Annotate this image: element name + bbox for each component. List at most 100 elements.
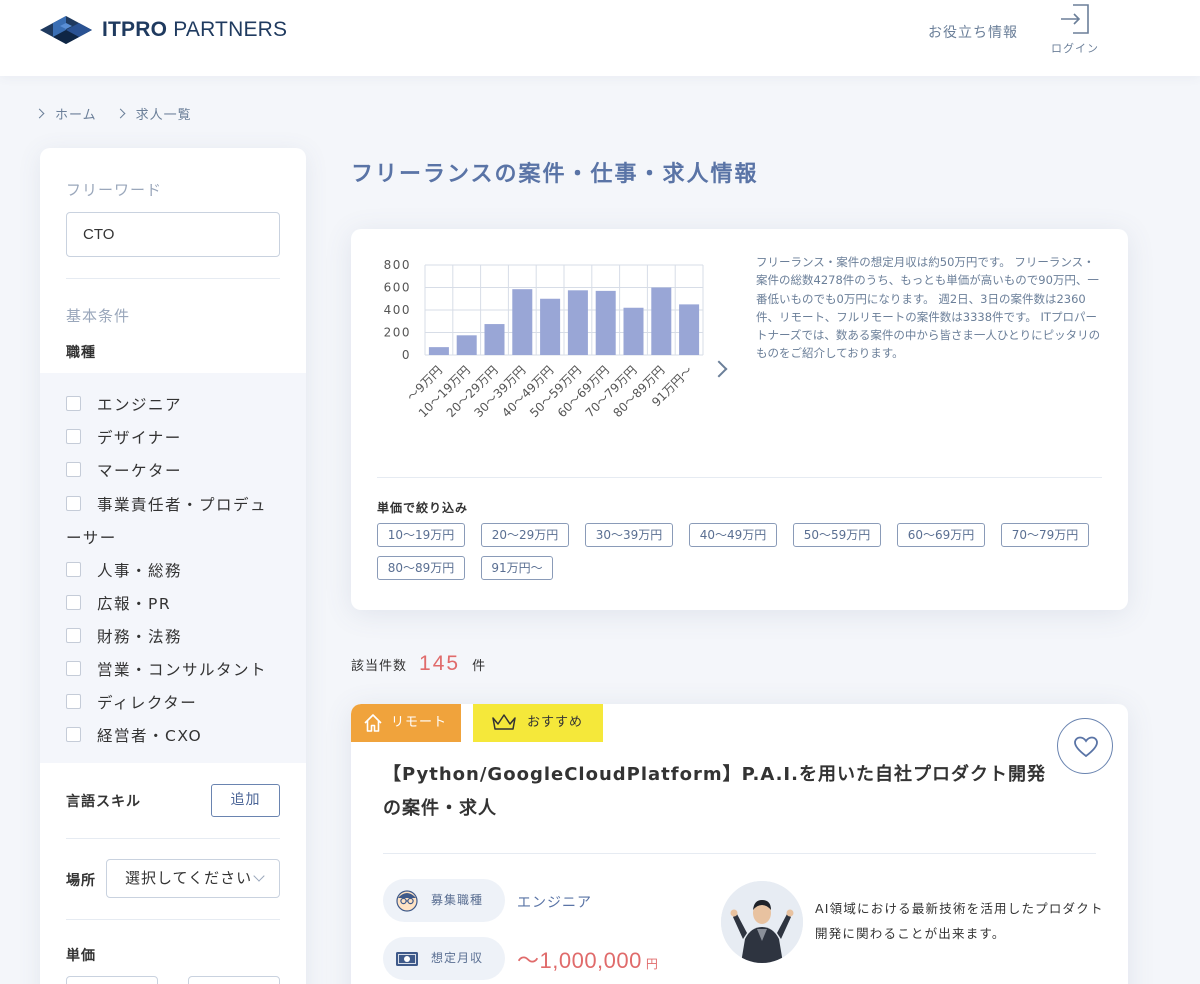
- price-filter-title: 単価で絞り込み: [377, 501, 469, 515]
- location-select[interactable]: 選択してください: [106, 859, 280, 898]
- divider: [377, 477, 1102, 478]
- checkbox[interactable]: [66, 628, 81, 643]
- job-type-option-wrap: ーサー: [66, 529, 117, 547]
- divider: [383, 853, 1096, 854]
- chart-y-tick-label: 0: [402, 348, 411, 362]
- checkbox[interactable]: [66, 562, 81, 577]
- result-count-label: 該当件数: [351, 659, 408, 674]
- search-sidebar: フリーワード CTO 基本条件 職種 エンジニア デザイナー マーケター 事業責…: [40, 148, 306, 984]
- login-button[interactable]: ログイン: [1046, 2, 1104, 56]
- checkbox[interactable]: [66, 429, 81, 444]
- price-filter-tag[interactable]: 50〜59万円: [793, 523, 881, 547]
- price-filter-tag[interactable]: 70〜79万円: [1001, 523, 1089, 547]
- price-filter-tag[interactable]: 10〜19万円: [377, 523, 465, 547]
- job-type-value: エンジニア: [517, 895, 592, 911]
- job-type-option[interactable]: デザイナー: [66, 426, 182, 448]
- chart-bar: [456, 335, 477, 355]
- price-max-select[interactable]: [188, 976, 280, 984]
- price-filter-tag[interactable]: 60〜69万円: [897, 523, 985, 547]
- chevron-right-icon: [115, 108, 126, 119]
- chart-y-tick-label: 600: [384, 281, 411, 295]
- chevron-right-icon: [34, 108, 45, 119]
- divider: [66, 278, 280, 279]
- login-icon: [1061, 4, 1089, 34]
- result-count-value: 145: [419, 652, 461, 675]
- job-type-option[interactable]: 営業・コンサルタント: [66, 658, 267, 680]
- person-glasses-icon: [396, 890, 418, 912]
- breadcrumb-home[interactable]: ホーム: [55, 104, 97, 123]
- job-card[interactable]: リモート おすすめ 【Python/GoogleCloudPlatform】P.…: [351, 704, 1128, 984]
- nav-useful-info-link[interactable]: お役立ち情報: [928, 22, 1018, 42]
- remote-badge: リモート: [351, 704, 461, 742]
- chart-bar: [651, 287, 672, 355]
- chart-description: フリーランス・案件の想定月収は約50万円です。 フリーランス・案件の総数4278…: [756, 255, 1101, 361]
- job-type-option[interactable]: エンジニア: [66, 393, 182, 415]
- chart-bar: [540, 298, 561, 355]
- job-type-option[interactable]: 財務・法務: [66, 625, 182, 647]
- price-chart-card: 0 200 400 600 800 〜9万円 10〜19万円 20〜29万円 30〜39万円 40…: [351, 229, 1128, 610]
- job-type-option[interactable]: 広報・PR: [66, 592, 171, 614]
- result-count-unit: 件: [472, 659, 487, 674]
- job-type-option[interactable]: 事業責任者・プロデュ: [66, 493, 267, 515]
- freeword-label: フリーワード: [66, 181, 163, 199]
- job-type-option[interactable]: マーケター: [66, 459, 182, 481]
- chart-bar: [512, 289, 533, 355]
- job-catchphrase: AI領域における最新技術を活用したプロダクト開発に関わることが出来ます。: [815, 901, 1104, 941]
- divider: [66, 919, 280, 920]
- page-title: フリーランスの案件・仕事・求人情報: [351, 162, 759, 187]
- job-type-option[interactable]: 経営者・CXO: [66, 724, 202, 746]
- freeword-input[interactable]: CTO: [66, 212, 280, 257]
- home-icon: [364, 714, 382, 732]
- price-filter-tag[interactable]: 91万円〜: [481, 556, 553, 580]
- price-filter-tag[interactable]: 80〜89万円: [377, 556, 465, 580]
- price-distribution-chart: 0200400600800〜9万円10〜19万円20〜29万円30〜39万円40…: [384, 258, 704, 420]
- checkbox[interactable]: [66, 396, 81, 411]
- checkbox[interactable]: [66, 496, 81, 511]
- job-type-option[interactable]: ディレクター: [66, 691, 197, 713]
- price-filter-tag[interactable]: 30〜39万円: [585, 523, 673, 547]
- checkbox[interactable]: [66, 595, 81, 610]
- breadcrumb: ホーム 求人一覧: [34, 104, 212, 123]
- checkbox[interactable]: [66, 462, 81, 477]
- price-label: 単価: [66, 948, 96, 964]
- checkbox[interactable]: [66, 661, 81, 676]
- chevron-down-icon: [253, 870, 265, 882]
- add-language-button[interactable]: 追加: [211, 784, 280, 817]
- money-icon: [396, 952, 418, 966]
- site-header: ITPRO PARTNERS お役立ち情報 ログイン: [0, 0, 1200, 76]
- job-type-option[interactable]: 人事・総務: [66, 559, 182, 581]
- salary-pill: 想定月収: [383, 937, 505, 980]
- site-logo[interactable]: ITPRO PARTNERS: [40, 12, 287, 48]
- chart-bar: [623, 307, 644, 355]
- checkbox[interactable]: [66, 694, 81, 709]
- login-label: ログイン: [1051, 42, 1099, 55]
- price-filter-tag[interactable]: 40〜49万円: [689, 523, 777, 547]
- salary-value: 〜1,000,000 円: [517, 948, 659, 973]
- chart-y-tick-label: 400: [384, 303, 411, 317]
- chart-bar: [595, 290, 616, 355]
- divider: [66, 838, 280, 839]
- logo-text: PARTNERS: [173, 18, 288, 41]
- result-count: 該当件数 145 件: [351, 652, 486, 676]
- breadcrumb-job-list[interactable]: 求人一覧: [136, 104, 192, 123]
- chevron-right-icon[interactable]: [710, 360, 728, 378]
- logo-bold-text: ITPRO: [102, 18, 168, 41]
- heart-icon: [1074, 736, 1098, 758]
- price-filter-tag[interactable]: 20〜29万円: [481, 523, 569, 547]
- job-title[interactable]: 【Python/GoogleCloudPlatform】P.A.I.を用いた自社…: [383, 758, 1063, 826]
- logo-mark-icon: [40, 16, 92, 44]
- chart-y-tick-label: 800: [384, 258, 411, 272]
- checkbox[interactable]: [66, 727, 81, 742]
- recommend-badge: おすすめ: [473, 704, 603, 742]
- basic-conditions-label: 基本条件: [66, 307, 131, 325]
- chart-bar: [484, 324, 505, 355]
- crown-icon: [492, 714, 516, 730]
- favorite-button[interactable]: [1057, 718, 1113, 774]
- location-label: 場所: [66, 873, 96, 889]
- price-min-select[interactable]: [66, 976, 158, 984]
- chart-y-tick-label: 200: [384, 326, 411, 340]
- job-avatar: [721, 881, 803, 963]
- chart-bar: [679, 304, 700, 355]
- chart-bar: [567, 290, 588, 355]
- job-type-pill: 募集職種: [383, 879, 505, 922]
